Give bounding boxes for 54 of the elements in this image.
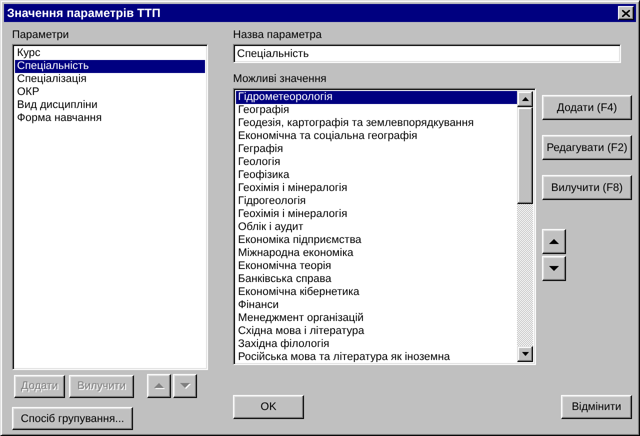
ok-button[interactable]: OK <box>233 395 304 419</box>
scroll-thumb[interactable] <box>517 107 533 204</box>
list-item[interactable]: Геологія <box>236 156 517 169</box>
field-label: Назва параметра <box>233 28 322 42</box>
list-item[interactable]: Геофізика <box>236 169 517 182</box>
list-item[interactable]: Банківська справа <box>236 273 517 286</box>
field-label: Параметри <box>12 28 69 42</box>
list-item[interactable]: Менеджмент організацій <box>236 312 517 325</box>
list-item[interactable]: Російська мова та література як іноземна <box>236 351 517 362</box>
list-item[interactable]: Форма навчання <box>15 112 205 125</box>
list-item[interactable]: Геохімія і мінералогія <box>236 182 517 195</box>
list-item[interactable]: Фінанси <box>236 299 517 312</box>
list-item[interactable]: Вид дисципліни <box>15 99 205 112</box>
close-icon <box>622 10 630 16</box>
scroll-up-button[interactable] <box>517 91 533 107</box>
list-item[interactable]: Економіка підприємства <box>236 234 517 247</box>
list-item[interactable]: Курс <box>15 47 205 60</box>
list-item[interactable]: Західна філологія <box>236 338 517 351</box>
grouping-button[interactable]: Спосіб групування... <box>12 407 133 430</box>
up-arrow-icon <box>153 382 165 390</box>
add-button[interactable]: Додати (F4) <box>542 95 632 120</box>
close-button[interactable] <box>618 6 634 20</box>
list-item[interactable]: ОКР <box>15 86 205 99</box>
list-item[interactable]: Географія <box>236 104 517 117</box>
list-item[interactable]: Міжнародна економіка <box>236 247 517 260</box>
down-arrow-icon <box>522 352 528 356</box>
delete-button[interactable]: Вилучити (F8) <box>542 175 632 200</box>
up-arrow-icon <box>548 238 560 246</box>
cancel-button[interactable]: Відмінити <box>561 395 632 419</box>
list-item[interactable]: Економічна кібернетика <box>236 286 517 299</box>
down-arrow-icon <box>548 264 560 272</box>
scrollbar[interactable] <box>517 91 533 362</box>
edit-button[interactable]: Редагувати (F2) <box>542 135 632 160</box>
list-item[interactable]: Геохімія і мінералогія <box>236 208 517 221</box>
list-item[interactable]: Гідрометеорологія <box>236 91 517 104</box>
move-up-button[interactable] <box>542 229 566 254</box>
list-item[interactable]: Геодезія, картографія та землевпорядкування <box>236 117 517 130</box>
list-box[interactable]: Курс Спеціальність Спеціалізація ОКР Вид дисципліни Форма навчання <box>12 44 208 370</box>
scroll-down-button[interactable] <box>517 346 533 362</box>
list-item[interactable]: Гідрогеологія <box>236 195 517 208</box>
down-arrow-icon <box>179 382 191 390</box>
list-item[interactable]: Спеціалізація <box>15 73 205 86</box>
list-box[interactable] <box>233 88 536 365</box>
list-item[interactable]: Спеціальність <box>15 60 205 73</box>
list-item[interactable]: Економічна теорія <box>236 260 517 273</box>
window-title: Значення параметрів ТТП <box>7 6 162 20</box>
move-down-button[interactable] <box>542 256 566 281</box>
list-item[interactable]: Економічна та соціальна географія <box>236 130 517 143</box>
list-item[interactable]: Геграфія <box>236 143 517 156</box>
list-item[interactable]: Облік і аудит <box>236 221 517 234</box>
up-arrow-icon <box>522 97 528 101</box>
list-item[interactable]: Східна мова і література <box>236 325 517 338</box>
name-field[interactable]: Спеціальність <box>233 44 621 63</box>
field-label: Можливі значення <box>233 72 326 86</box>
